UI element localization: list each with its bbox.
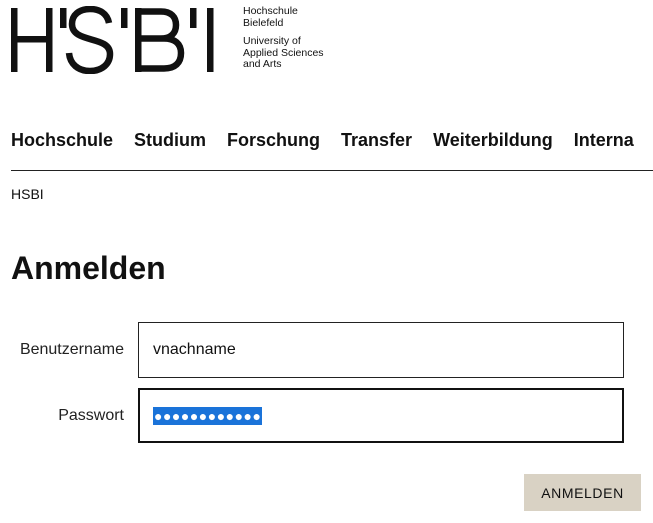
password-label: Passwort — [58, 407, 124, 424]
institution-line: Bielefeld — [243, 16, 284, 29]
nav-item-internationales[interactable]: Interna — [574, 128, 634, 152]
username-label: Benutzername — [19, 341, 124, 358]
password-field[interactable]: ●●●●●●●●●●●● — [138, 388, 624, 443]
nav-item-hochschule[interactable]: Hochschule — [11, 128, 113, 152]
nav-item-transfer[interactable]: Transfer — [341, 128, 412, 152]
institution-line: Hochschule — [243, 5, 298, 17]
login-button[interactable]: ANMELDEN — [524, 474, 641, 511]
institution-name: Hochschule Bielefeld University of Appli… — [243, 5, 324, 71]
nav-item-weiterbildung[interactable]: Weiterbildung — [433, 128, 553, 152]
password-value: ●●●●●●●●●●●● — [153, 406, 263, 425]
hsbi-logo[interactable] — [11, 6, 233, 74]
username-field[interactable]: vnachname — [138, 322, 624, 378]
site-header: Hochschule Bielefeld University of Appli… — [11, 5, 651, 76]
page-title: Anmelden — [11, 250, 166, 286]
subtitle-line: University of — [243, 35, 301, 47]
nav-divider — [11, 170, 653, 171]
nav-item-studium[interactable]: Studium — [134, 128, 206, 152]
main-nav: Hochschule Studium Forschung Transfer Weiter… — [11, 128, 653, 158]
username-value: vnachname — [153, 341, 236, 358]
breadcrumb[interactable]: HSBI — [11, 186, 44, 202]
subtitle-line: and Arts — [243, 58, 282, 70]
nav-item-forschung[interactable]: Forschung — [227, 128, 320, 152]
